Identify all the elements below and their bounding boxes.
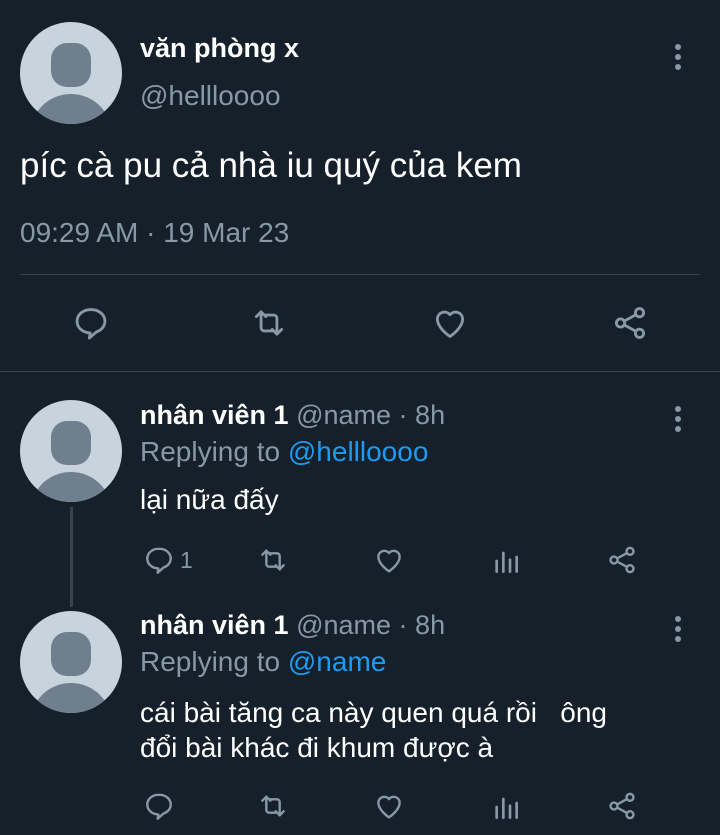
reply-text-line-2: đổi bài khác đi khum được à: [140, 732, 494, 763]
display-name[interactable]: nhân viên 1: [140, 400, 289, 430]
replying-to-handle[interactable]: @name: [288, 646, 386, 677]
display-name[interactable]: nhân viên 1: [140, 610, 289, 640]
share-icon[interactable]: [605, 790, 639, 822]
timestamp-separator: ·: [146, 217, 156, 248]
reply-age: 8h: [415, 610, 446, 640]
avatar[interactable]: [20, 400, 122, 502]
like-icon[interactable]: [372, 790, 406, 822]
handle[interactable]: @hellloooo: [140, 80, 281, 112]
avatar-body-shape: [30, 94, 112, 124]
analytics-icon[interactable]: [490, 545, 522, 577]
header-separator: ·: [398, 400, 408, 430]
retweet-icon[interactable]: [249, 304, 289, 342]
reply-age: 8h: [415, 400, 446, 430]
tweet-date: 19 Mar 23: [163, 217, 290, 248]
more-icon[interactable]: [673, 616, 683, 646]
like-icon[interactable]: [372, 544, 406, 576]
retweet-icon[interactable]: [256, 544, 290, 576]
replying-to-label: Replying to: [140, 646, 281, 677]
thread-connector-line: [70, 507, 73, 607]
share-icon[interactable]: [610, 304, 650, 342]
reply-icon[interactable]: [143, 544, 175, 576]
avatar[interactable]: [20, 22, 122, 124]
reply-icon[interactable]: [72, 304, 110, 342]
divider: [0, 371, 720, 372]
header-separator: ·: [398, 610, 408, 640]
reply-icon[interactable]: [143, 790, 175, 822]
tweet-timestamp: 09:29 AM · 19 Mar 23: [20, 217, 289, 249]
reply-count: 1: [180, 547, 193, 573]
retweet-icon[interactable]: [256, 790, 290, 822]
avatar-body-shape: [30, 472, 112, 502]
avatar-head-shape: [51, 43, 91, 87]
more-icon[interactable]: [673, 406, 683, 436]
divider: [20, 274, 700, 275]
handle[interactable]: @name: [296, 610, 391, 640]
avatar[interactable]: [20, 611, 122, 713]
avatar-body-shape: [30, 683, 112, 713]
replying-to-label: Replying to: [140, 436, 281, 467]
tweet-time: 09:29 AM: [20, 217, 139, 248]
replying-to-line: Replying to @name: [140, 646, 386, 678]
like-icon[interactable]: [430, 304, 470, 342]
replying-to-line: Replying to @hellloooo: [140, 436, 428, 468]
reply-header: nhân viên 1 @name · 8h: [140, 400, 445, 431]
tweet-text: píc cà pu cả nhà iu quý của kem: [20, 146, 522, 185]
display-name[interactable]: văn phòng x: [140, 33, 299, 64]
avatar-head-shape: [51, 632, 91, 676]
replying-to-handle[interactable]: @hellloooo: [288, 436, 429, 467]
more-icon[interactable]: [673, 44, 683, 74]
reply-text-line-1: cái bài tăng ca này quen quá rồi ông: [140, 697, 608, 728]
analytics-icon[interactable]: [490, 791, 522, 823]
avatar-head-shape: [51, 421, 91, 465]
reply-text: lại nữa đấy: [140, 484, 279, 515]
handle[interactable]: @name: [296, 400, 391, 430]
reply-header: nhân viên 1 @name · 8h: [140, 610, 445, 641]
share-icon[interactable]: [605, 544, 639, 576]
